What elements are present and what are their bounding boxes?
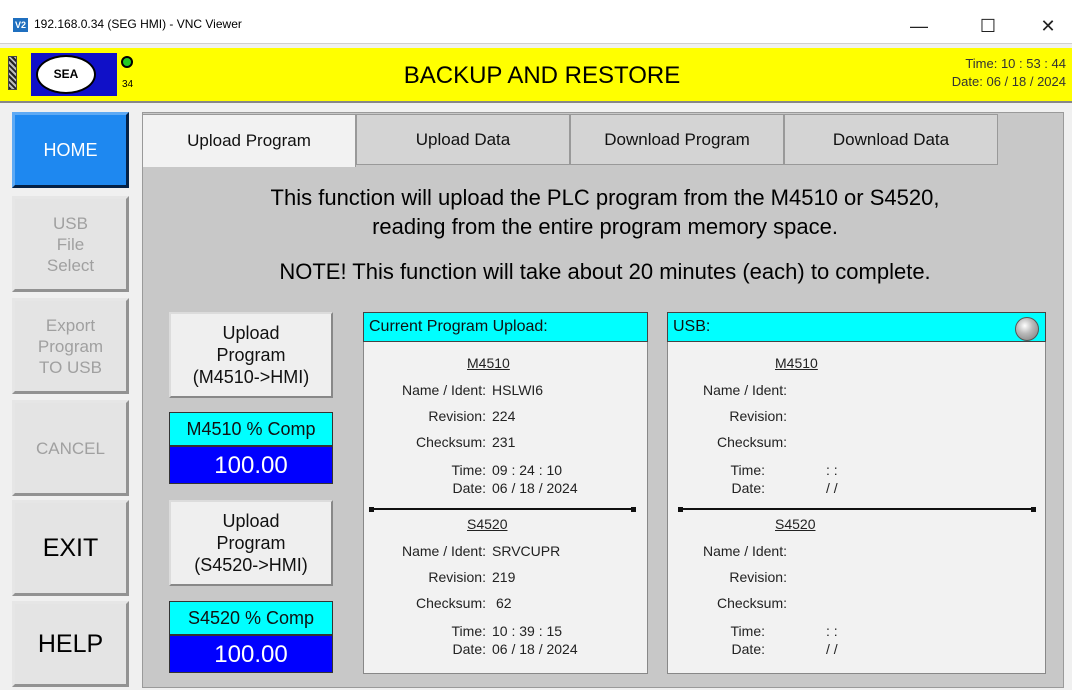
current-m4510-revision-value: 224 (492, 408, 516, 424)
current-s4520-checksum-value: 62 (496, 595, 512, 611)
revision-label: Revision: (428, 569, 486, 585)
current-m4510-heading: M4510 (467, 355, 510, 371)
name-label: Name / Ident: (401, 543, 486, 559)
checksum-label: Checksum: (716, 595, 787, 611)
current-m4510-time-value: 09 : 24 : 10 (492, 462, 563, 478)
current-m4510-checksum-value: 231 (492, 434, 516, 450)
upload-program-s4520-button[interactable]: Upload Program (S4520->HMI) (169, 500, 333, 586)
note-message: NOTE! This function will take about 20 m… (279, 259, 931, 284)
window-title: 192.168.0.34 (SEG HMI) - VNC Viewer (34, 17, 242, 31)
current-s4520-date-value: 06 / 18 / 2024 (492, 641, 578, 657)
current-m4510-name-value: HSLWI6 (492, 382, 544, 398)
usb-file-select-button[interactable]: USB File Select (12, 196, 129, 292)
close-window-button[interactable]: ✕ (1025, 12, 1071, 40)
info-message-line-1: This function will upload the PLC progra… (270, 185, 940, 210)
usb-m4510-heading: M4510 (775, 355, 818, 371)
help-button[interactable]: HELP (12, 601, 129, 687)
divider-endpoint (631, 507, 636, 512)
upload-program-m4510-button[interactable]: Upload Program (M4510->HMI) (169, 312, 333, 398)
tab-upload-program[interactable]: Upload Program (142, 114, 356, 167)
maximize-button[interactable]: ☐ (965, 12, 1011, 40)
name-label: Name / Ident: (401, 382, 486, 398)
s4520-comp-value: 100.00 (169, 635, 333, 673)
station-number: 34 (122, 79, 134, 90)
date-label: Date: (452, 641, 486, 657)
usb-s4520-heading: S4520 (775, 516, 816, 532)
name-label: Name / Ident: (702, 382, 787, 398)
checksum-label: Checksum: (415, 434, 486, 450)
connection-indicator-icon (8, 56, 17, 90)
section-divider (371, 508, 635, 510)
export-program-to-usb-button[interactable]: Export Program TO USB (12, 298, 129, 394)
time-label: Time: (451, 462, 486, 478)
time-label: Time: (451, 623, 486, 639)
revision-label: Revision: (428, 408, 486, 424)
cancel-button[interactable]: CANCEL (12, 400, 129, 496)
divider-endpoint (1031, 507, 1036, 512)
section-divider (680, 508, 1034, 510)
usb-m4510-time-value: : : (826, 462, 838, 478)
divider-endpoint (678, 507, 683, 512)
header-time: Time: 10 : 53 : 44 (965, 56, 1066, 71)
time-label: Time: (730, 623, 765, 639)
page-title: BACKUP AND RESTORE (403, 62, 681, 89)
m4510-comp-label: M4510 % Comp (169, 412, 333, 446)
checksum-label: Checksum: (716, 434, 787, 450)
revision-label: Revision: (729, 408, 787, 424)
revision-label: Revision: (729, 569, 787, 585)
checksum-label: Checksum: (415, 595, 486, 611)
home-button[interactable]: HOME (12, 112, 129, 188)
status-led-icon (121, 56, 133, 68)
date-label: Date: (731, 480, 765, 496)
tab-upload-data[interactable]: Upload Data (356, 114, 570, 165)
tab-download-program[interactable]: Download Program (570, 114, 784, 165)
info-message-line-2: reading from the entire program memory s… (372, 214, 838, 239)
current-s4520-name-value: SRVCUPR (492, 543, 561, 559)
usb-s4520-date-value: / / (826, 641, 838, 657)
vnc-app-icon: V2 (13, 18, 28, 32)
date-label: Date: (731, 641, 765, 657)
current-program-upload-header: Current Program Upload: (363, 312, 648, 342)
usb-s4520-time-value: : : (826, 623, 838, 639)
current-s4520-heading: S4520 (467, 516, 508, 532)
exit-button[interactable]: EXIT (12, 500, 129, 596)
usb-panel-header: USB: (667, 312, 1046, 342)
date-label: Date: (452, 480, 486, 496)
company-logo-emblem: SEA (36, 55, 96, 94)
m4510-comp-value: 100.00 (169, 446, 333, 484)
divider-endpoint (369, 507, 374, 512)
header-date: Date: 06 / 18 / 2024 (951, 74, 1066, 89)
current-s4520-revision-value: 219 (492, 569, 516, 585)
s4520-comp-label: S4520 % Comp (169, 601, 333, 635)
current-s4520-time-value: 10 : 39 : 15 (492, 623, 563, 639)
time-label: Time: (730, 462, 765, 478)
current-m4510-date-value: 06 / 18 / 2024 (492, 480, 578, 496)
usb-status-led-icon (1015, 317, 1039, 341)
usb-m4510-date-value: / / (826, 480, 838, 496)
minimize-button[interactable]: — (896, 12, 942, 40)
tab-download-data[interactable]: Download Data (784, 114, 998, 165)
name-label: Name / Ident: (702, 543, 787, 559)
